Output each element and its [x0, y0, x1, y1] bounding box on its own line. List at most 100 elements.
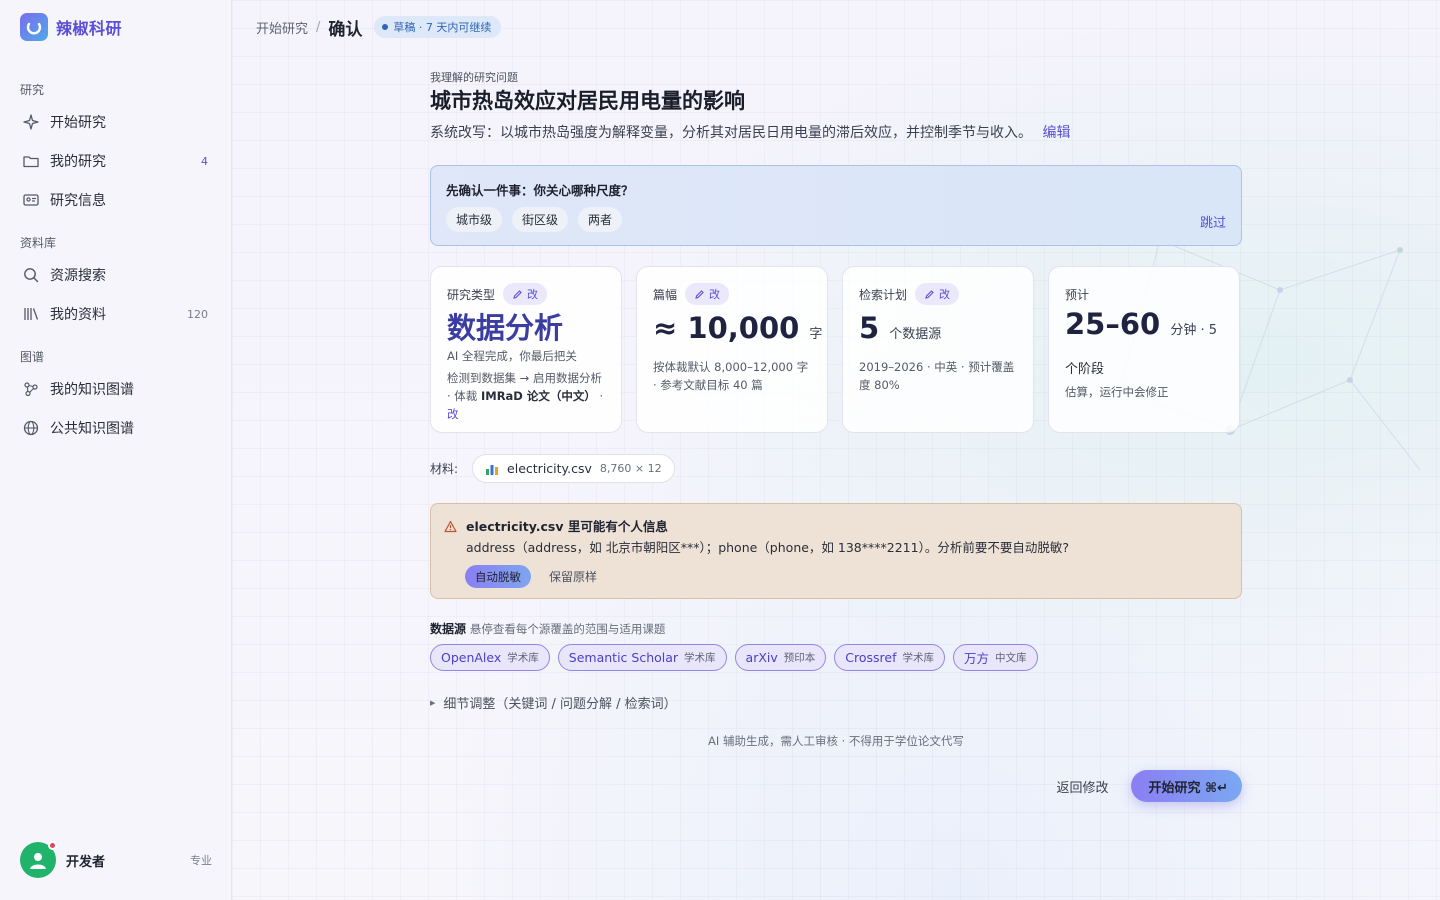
fine-tune-toggle[interactable]: ▶ 细节调整（关键词 / 问题分解 / 检索词）	[430, 693, 677, 712]
datasource-list: OpenAlex 学术库 Semantic Scholar 学术库 arXiv 预印本…	[430, 644, 1038, 671]
materials-row: 材料: electricity.csv 8,760 × 12	[430, 454, 675, 483]
datasource-chip-wanfang[interactable]: 万方 中文库	[953, 644, 1038, 671]
edit-search-button[interactable]: 改	[915, 283, 960, 305]
library-icon	[22, 305, 40, 323]
card-search-plan: 检索计划 改 5 个数据源 2019–2026 · 中英 · 预计覆盖度 80%	[842, 266, 1034, 433]
draft-status-text: 草稿 · 7 天内可继续	[393, 21, 492, 34]
edit-label: 改	[939, 288, 951, 301]
warning-text: address（address，如 北京市朝阳区***）；phone（phone…	[466, 540, 1069, 555]
start-research-button[interactable]: 开始研究 ⌘↵	[1130, 770, 1242, 802]
datasource-name: Crossref	[845, 650, 897, 665]
ai-disclaimer: AI 辅助生成，需人工审核 · 不得用于学位论文代写	[708, 734, 964, 748]
sidebar-item-start-research[interactable]: 开始研究	[12, 104, 220, 140]
count-badge: 120	[187, 307, 208, 321]
datasource-name: 万方	[964, 651, 990, 666]
datasource-chip-crossref[interactable]: Crossref 学术库	[834, 644, 946, 671]
card-label: 预计	[1065, 287, 1090, 302]
sidebar-item-label: 我的资料	[50, 307, 106, 323]
card-label: 研究类型	[447, 287, 496, 302]
caret-right-icon: ▶	[430, 698, 436, 707]
breadcrumb-parent[interactable]: 开始研究	[256, 18, 308, 37]
search-icon	[22, 266, 40, 284]
globe-icon	[22, 419, 40, 437]
file-name: electricity.csv	[507, 461, 592, 476]
edit-length-button[interactable]: 改	[685, 283, 730, 305]
edit-label: 改	[527, 288, 539, 301]
file-chip[interactable]: electricity.csv 8,760 × 12	[472, 454, 675, 483]
datasource-name: OpenAlex	[441, 650, 502, 665]
brand[interactable]: 辣椒科研	[20, 13, 122, 41]
datasource-chip-semantic-scholar[interactable]: Semantic Scholar 学术库	[557, 644, 727, 671]
draft-status-badge: 草稿 · 7 天内可继续	[374, 16, 502, 38]
scale-confirm-box: 先确认一件事：你关心哪种尺度？ 城市级 街区级 两者 跳过	[430, 165, 1242, 246]
auto-desensitize-button[interactable]: 自动脱敏	[465, 565, 531, 588]
card-label: 检索计划	[859, 287, 908, 302]
edit-type-button[interactable]: 改	[503, 283, 548, 305]
warning-title: electricity.csv 里可能有个人信息	[466, 519, 668, 534]
length-number: ≈ 10,000	[653, 311, 800, 345]
skip-button[interactable]: 跳过	[1200, 212, 1226, 231]
scale-option-district[interactable]: 街区级	[512, 207, 569, 232]
research-type-detail: 检测到数据集 → 启用数据分析 · 体裁 IMRaD 论文（中文） · 改	[447, 369, 605, 423]
nav-section-research: 研究	[20, 83, 45, 97]
sidebar-item-research-info[interactable]: 研究信息	[12, 182, 220, 218]
card-estimate: 预计 25–60 分钟 · 5 个阶段 估算，运行中会修正	[1048, 266, 1240, 433]
datasource-tag: 学术库	[684, 652, 716, 664]
folder-icon	[22, 152, 40, 170]
avatar	[20, 841, 57, 878]
footer-actions: 返回修改 开始研究 ⌘↵	[1057, 770, 1242, 802]
genre-text: IMRaD 论文（中文）	[480, 389, 596, 403]
research-type-sub: AI 全程完成，你最后把关	[447, 349, 577, 363]
notification-dot	[48, 841, 57, 850]
sidebar-item-my-materials[interactable]: 我的资料 120	[12, 296, 220, 332]
back-to-edit-button[interactable]: 返回修改	[1057, 777, 1109, 796]
sidebar-item-label: 资源搜索	[50, 268, 106, 284]
datasource-tag: 中文库	[995, 652, 1027, 664]
privacy-warning: electricity.csv 里可能有个人信息 address（address…	[430, 503, 1242, 599]
pencil-icon	[925, 289, 934, 299]
length-value: ≈ 10,000 字	[653, 311, 822, 352]
keep-original-button[interactable]: 保留原样	[549, 568, 597, 585]
sidebar-item-my-research[interactable]: 我的研究 4	[12, 143, 220, 179]
status-dot	[382, 24, 389, 30]
card-research-type: 研究类型 改 数据分析 AI 全程完成，你最后把关 检测到数据集 → 启用数据分…	[430, 266, 622, 433]
card-label: 篇幅	[653, 287, 678, 302]
nav-section-library: 资料库	[20, 236, 57, 250]
user-profile[interactable]: 开发者 专业	[20, 841, 212, 878]
estimate-value: 25–60 分钟 · 5	[1065, 307, 1223, 348]
materials-label: 材料:	[430, 462, 459, 476]
scale-confirm-title: 先确认一件事：你关心哪种尺度？	[446, 183, 634, 198]
datasource-tag: 学术库	[902, 652, 935, 664]
sidebar-item-label: 我的研究	[50, 154, 106, 170]
page-title: 确认	[328, 19, 363, 40]
pencil-icon	[513, 289, 522, 299]
sidebar-item-my-knowledge-graph[interactable]: 我的知识图谱	[12, 371, 220, 407]
sidebar-item-resource-search[interactable]: 资源搜索	[12, 257, 220, 293]
datasource-chip-openalex[interactable]: OpenAlex 学术库	[430, 644, 550, 671]
warning-icon	[444, 518, 457, 537]
estimate-sub: 估算，运行中会修正	[1065, 385, 1169, 399]
sidebar-item-label: 公共知识图谱	[50, 421, 134, 437]
sidebar-item-public-knowledge-graph[interactable]: 公共知识图谱	[12, 410, 220, 446]
scale-option-city[interactable]: 城市级	[446, 207, 503, 232]
graph-nodes-icon	[22, 380, 40, 398]
sidebar-item-label: 开始研究	[50, 115, 106, 131]
edit-question-link[interactable]: 编辑	[1042, 125, 1070, 141]
datasource-name: arXiv	[745, 650, 778, 665]
bar-chart-icon	[486, 464, 499, 475]
datasource-chip-arxiv[interactable]: arXiv 预印本	[734, 644, 827, 671]
scale-options: 城市级 街区级 两者	[446, 207, 623, 232]
search-sub: 2019–2026 · 中英 · 预计覆盖度 80%	[859, 360, 1015, 392]
fine-tune-label: 细节调整（关键词 / 问题分解 / 检索词）	[443, 697, 677, 712]
research-type-value: 数据分析	[447, 311, 564, 345]
question-label: 我理解的研究问题	[430, 71, 518, 84]
estimate-unit: 分钟 · 5	[1170, 323, 1217, 338]
pencil-icon	[695, 289, 704, 299]
id-card-icon	[22, 191, 40, 209]
edit-label: 改	[709, 288, 721, 301]
datasources-title: 数据源	[430, 622, 467, 636]
main-area: 开始研究 / 确认 草稿 · 7 天内可继续 我理解的研究问题 城市热岛效应对居…	[232, 0, 1440, 900]
user-name: 开发者	[66, 854, 106, 870]
source-count: 5	[859, 311, 880, 345]
scale-option-both[interactable]: 两者	[578, 207, 623, 232]
